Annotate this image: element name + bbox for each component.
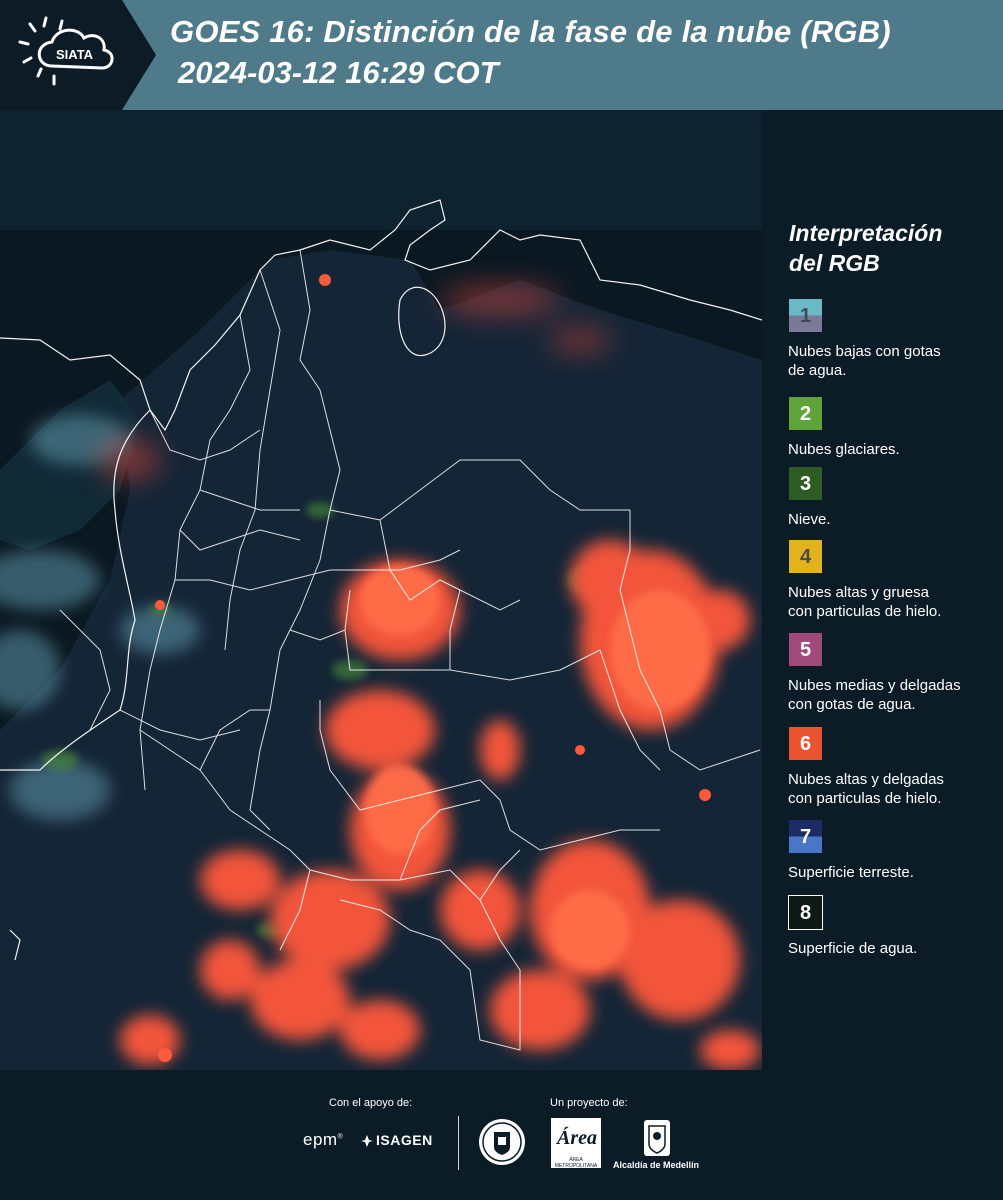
legend-number: 6 xyxy=(799,733,812,755)
legend-item: 5 Nubes medias y delgadas con gotas de agu… xyxy=(788,632,998,714)
legend-number: 2 xyxy=(799,403,812,425)
legend-number: 3 xyxy=(799,473,812,495)
page-title: GOES 16: Distinción de la fase de la nub… xyxy=(170,14,891,49)
legend-number: 7 xyxy=(799,826,812,848)
footer: Con el apoyo de: Un proyecto de: epm® IS… xyxy=(0,1070,1003,1200)
legend-label-line1: Nubes glaciares. xyxy=(788,441,900,458)
legend-title-line1: Interpretación xyxy=(789,220,943,246)
area-metropolitana-logo: Área ÁREA METROPOLITANA Valle de Aburrá xyxy=(551,1118,601,1175)
support-label: Con el apoyo de: xyxy=(329,1097,413,1109)
legend-label: Nubes medias y delgadas con gotas de agua… xyxy=(788,676,998,714)
legend-title-line2: del RGB xyxy=(789,250,880,276)
timestamp: 2024-03-12 16:29 COT xyxy=(178,55,499,90)
legend-title: Interpretación del RGB xyxy=(789,218,989,278)
legend-item: 3 Nieve. xyxy=(788,466,998,529)
legend-label: Nubes altas y gruesa con particulas de hi… xyxy=(788,583,998,621)
project-label: Un proyecto de: xyxy=(550,1097,628,1109)
legend-label: Nubes glaciares. xyxy=(788,440,998,459)
legend-label-line2: con particulas de hielo. xyxy=(788,790,942,807)
legend-swatch: 7 xyxy=(788,819,823,854)
legend-label-line1: Nubes medias y delgadas xyxy=(788,677,961,694)
legend-label-line2: con gotas de agua. xyxy=(788,696,916,713)
medellin-shield-icon xyxy=(642,1118,672,1158)
legend-item: 2 Nubes glaciares. xyxy=(788,396,998,459)
isagen-mark-icon xyxy=(360,1134,374,1148)
legend-panel: Interpretación del RGB 1 Nubes bajas con … xyxy=(762,110,1003,1070)
legend-label: Superficie terreste. xyxy=(788,863,998,882)
legend-swatch: 3 xyxy=(788,466,823,501)
siata-logo: SIATA xyxy=(0,0,158,110)
legend-swatch: 8 xyxy=(788,895,823,930)
legend-swatch: 5 xyxy=(788,632,823,667)
area-metropolitana-logo-text: ÁREA METROPOLITANA Valle de Aburrá xyxy=(554,1157,598,1175)
alcaldia-medellin-label: Alcaldía de Medellín xyxy=(613,1160,700,1170)
legend-label-line1: Superficie de agua. xyxy=(788,940,918,957)
legend-number: 8 xyxy=(799,902,812,924)
legend-label-line2: de agua. xyxy=(788,362,847,379)
epm-logo: epm® xyxy=(303,1130,344,1149)
legend-label-line2: con particulas de hielo. xyxy=(788,603,942,620)
legend-number: 1 xyxy=(799,305,812,327)
legend-swatch: 4 xyxy=(788,539,823,574)
legend-label: Nubes bajas con gotas de agua. xyxy=(788,342,998,380)
legend-item: 7 Superficie terreste. xyxy=(788,819,998,882)
isagen-logo: ISAGEN xyxy=(360,1132,433,1148)
siata-logo-text: SIATA xyxy=(56,47,94,62)
legend-label-line1: Nubes bajas con gotas xyxy=(788,343,941,360)
header-bar: SIATA GOES 16: Distinción de la fase de … xyxy=(0,0,1003,110)
legend-number: 5 xyxy=(799,639,812,661)
legend-label: Nieve. xyxy=(788,510,998,529)
legend-label-line1: Nieve. xyxy=(788,511,831,528)
antioquia-seal-icon xyxy=(477,1117,527,1172)
epm-logo-text: epm xyxy=(303,1130,338,1149)
legend-item: 1 Nubes bajas con gotas de agua. xyxy=(788,298,998,380)
legend-label-line1: Nubes altas y delgadas xyxy=(788,771,944,788)
legend-swatch: 1 xyxy=(788,298,823,333)
svg-text:Área: Área xyxy=(555,1126,597,1149)
footer-divider xyxy=(458,1116,459,1170)
legend-label-line1: Superficie terreste. xyxy=(788,864,914,881)
legend-number: 4 xyxy=(799,546,812,568)
satellite-map xyxy=(0,110,762,1070)
isagen-logo-text: ISAGEN xyxy=(376,1132,433,1148)
legend-item: 4 Nubes altas y gruesa con particulas de h… xyxy=(788,539,998,621)
legend-label-line1: Nubes altas y gruesa xyxy=(788,584,929,601)
legend-swatch: 6 xyxy=(788,726,823,761)
legend-item: 6 Nubes altas y delgadas con particulas de… xyxy=(788,726,998,808)
legend-swatch: 2 xyxy=(788,396,823,431)
legend-item: 8 Superficie de agua. xyxy=(788,895,998,958)
legend-label: Nubes altas y delgadas con particulas de … xyxy=(788,770,998,808)
legend-label: Superficie de agua. xyxy=(788,939,998,958)
